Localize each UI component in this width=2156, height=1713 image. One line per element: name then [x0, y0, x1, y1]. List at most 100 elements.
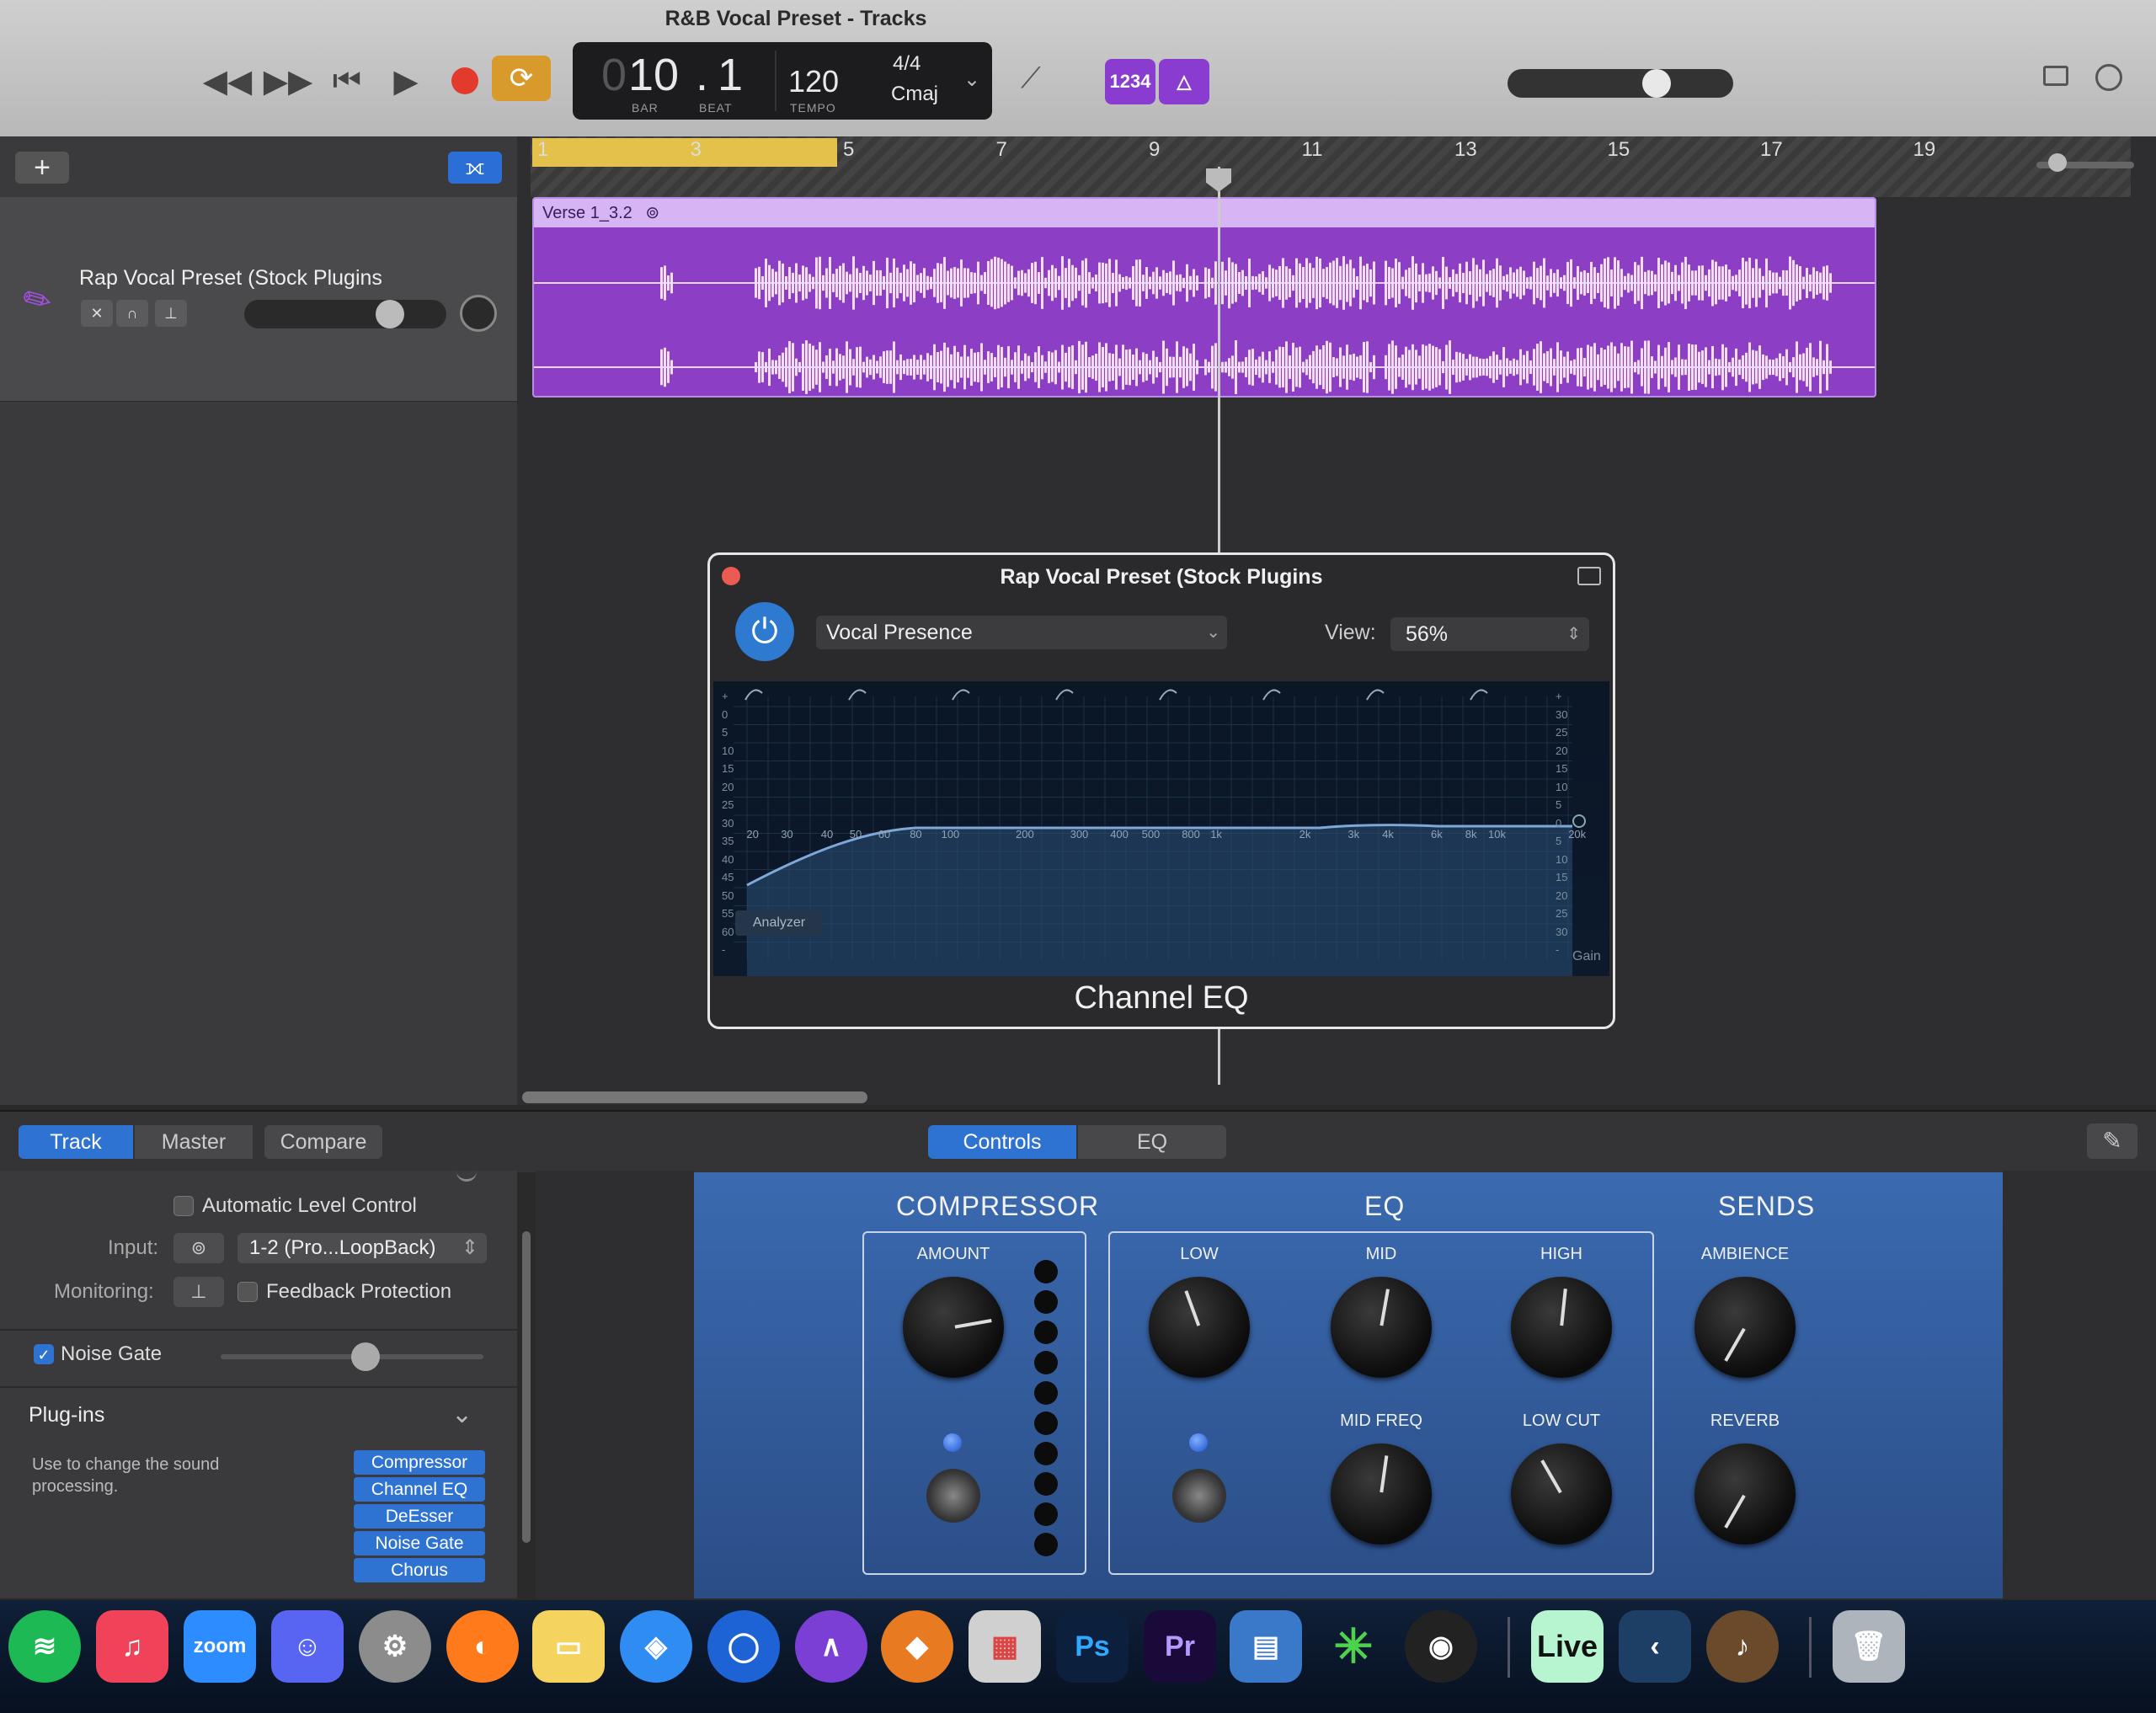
plugin-slot[interactable]: Noise Gate — [354, 1531, 485, 1556]
mute-button[interactable]: ✕ — [81, 300, 113, 327]
low-knob[interactable] — [1149, 1277, 1250, 1378]
eq-right-scale-label: 30 — [1556, 707, 1568, 721]
garageband-icon[interactable]: ♪ — [1706, 1610, 1779, 1683]
link-window-icon[interactable] — [1577, 567, 1601, 585]
plugin-slot[interactable]: DeEsser — [354, 1504, 485, 1529]
play-button[interactable]: ▶ — [384, 59, 428, 103]
master-volume-knob[interactable] — [1642, 69, 1671, 98]
input-select[interactable]: 1-2 (Pro...LoopBack) ⇕ — [237, 1233, 487, 1263]
high-label: HIGH — [1540, 1245, 1582, 1263]
ruler-bar-number: 9 — [1149, 138, 1161, 161]
tuner-icon[interactable]: ⟋ — [1021, 62, 1041, 95]
add-track-button[interactable]: + — [15, 152, 69, 184]
chevron-down-icon[interactable]: ⌄ — [451, 1400, 472, 1429]
mid-freq-knob[interactable] — [1331, 1444, 1432, 1545]
count-in-button[interactable]: 1234 — [1105, 59, 1155, 104]
ambience-label: AMBIENCE — [1700, 1245, 1790, 1263]
cycle-region[interactable] — [532, 138, 837, 167]
lcd-display[interactable]: 0 10 . 1 BAR BEAT 120 TEMPO 4/4 Cmaj ⌄ — [573, 42, 992, 120]
eq-frequency-label: 3k — [1348, 828, 1360, 840]
preset-select[interactable]: Vocal Presence ⌄ — [816, 616, 1227, 649]
inspector-scrollbar[interactable] — [522, 1231, 531, 1543]
view-select[interactable]: 56% ⇕ — [1390, 617, 1589, 651]
circle-app-icon[interactable]: ◯ — [707, 1610, 780, 1683]
music-icon[interactable]: ♫ — [96, 1610, 168, 1683]
power-button[interactable]: ⏻ — [735, 602, 794, 661]
compressor-toggle[interactable] — [926, 1469, 980, 1523]
system-settings-icon[interactable]: ⚙ — [359, 1610, 431, 1683]
trash-icon[interactable]: 🗑 — [1833, 1610, 1905, 1683]
automatic-level-control-checkbox[interactable] — [173, 1196, 194, 1216]
track-pan-knob[interactable] — [460, 295, 497, 332]
metronome-button[interactable]: △ — [1159, 59, 1209, 104]
mid-knob[interactable] — [1331, 1277, 1432, 1378]
go-to-start-button[interactable]: ⏮ — [325, 59, 369, 103]
plugin-window[interactable]: Rap Vocal Preset (Stock Plugins ⏻ Vocal … — [707, 552, 1615, 1029]
reverb-knob[interactable] — [1694, 1444, 1796, 1545]
screen-app-icon[interactable]: ▤ — [1230, 1610, 1302, 1683]
noise-gate-checkbox[interactable]: ✓ — [34, 1344, 54, 1364]
input-label: Input: — [108, 1236, 159, 1259]
feedback-protection-checkbox[interactable] — [237, 1282, 258, 1302]
track-name[interactable]: Rap Vocal Preset (Stock Plugins — [79, 266, 382, 291]
firefox-icon[interactable]: ◐ — [446, 1610, 519, 1683]
cycle-button[interactable]: ⟳ — [492, 56, 551, 101]
plugin-slot[interactable]: Compressor — [354, 1450, 485, 1475]
input-monitor-button[interactable]: ⊥ — [155, 300, 187, 327]
zoom-slider-knob[interactable] — [2048, 153, 2067, 172]
fast-forward-button[interactable]: ▶▶ — [264, 59, 312, 103]
tab-track[interactable]: Track — [19, 1125, 133, 1159]
monitoring-icon[interactable]: ⊥ — [173, 1277, 224, 1307]
discord-icon[interactable]: ☺ — [271, 1610, 344, 1683]
eq-right-scale-label: 5 — [1556, 835, 1562, 847]
low-cut-label: LOW CUT — [1522, 1411, 1601, 1430]
compression-meter-led — [1034, 1260, 1058, 1283]
ambience-knob[interactable] — [1694, 1277, 1796, 1378]
notepad-icon[interactable] — [2043, 66, 2068, 86]
eq-left-scale-label: 55 — [722, 907, 734, 920]
premiere-icon[interactable]: Pr — [1144, 1610, 1216, 1683]
star-app-icon[interactable]: ✳ — [1317, 1610, 1390, 1683]
photoshop-icon[interactable]: Ps — [1056, 1610, 1129, 1683]
rewind-button[interactable]: ◀◀ — [203, 59, 252, 103]
compressor-led — [943, 1433, 962, 1452]
amount-knob[interactable] — [903, 1277, 1004, 1378]
gain-handle[interactable] — [1572, 814, 1586, 828]
track-volume-slider[interactable] — [244, 300, 446, 328]
catch-playhead-button[interactable]: ⟗ — [448, 152, 502, 184]
tab-compare[interactable]: Compare — [264, 1125, 382, 1159]
eq-toggle[interactable] — [1172, 1469, 1226, 1523]
notes-icon[interactable]: ▭ — [532, 1610, 605, 1683]
pro-tools-icon[interactable]: ∧ — [795, 1610, 867, 1683]
master-volume-slider[interactable] — [1508, 69, 1733, 98]
noise-gate-slider-knob[interactable] — [350, 1342, 380, 1371]
loop-browser-icon[interactable] — [2095, 64, 2122, 91]
edit-icon[interactable]: ✎ — [2087, 1123, 2137, 1159]
tab-eq[interactable]: EQ — [1078, 1125, 1226, 1159]
track-volume-knob[interactable] — [376, 300, 404, 328]
plugin-slot[interactable]: Channel EQ — [354, 1477, 485, 1502]
plugin-slot[interactable]: Chorus — [354, 1558, 485, 1582]
launchpad-icon[interactable]: ▦ — [969, 1610, 1041, 1683]
record-button[interactable] — [451, 67, 478, 94]
close-button[interactable] — [722, 567, 740, 585]
back-app-icon[interactable]: ‹ — [1619, 1610, 1691, 1683]
zoom-icon[interactable]: zoom — [184, 1610, 256, 1683]
solo-button[interactable]: ∩ — [116, 300, 148, 327]
obs-icon[interactable]: ◉ — [1405, 1610, 1477, 1683]
eq-graph[interactable]: +0 5 10 15 20 25 30 35 40 45 50 55 60- +30 25 20 15 10 5 0… — [713, 681, 1609, 976]
eq-right-scale-label: 15 — [1556, 762, 1568, 775]
low-cut-knob[interactable] — [1511, 1444, 1612, 1545]
spotify-icon[interactable]: ≋ — [8, 1610, 81, 1683]
tab-master[interactable]: Master — [135, 1125, 253, 1159]
eq-right-scale-label: 5 — [1556, 798, 1562, 811]
fl-studio-icon[interactable]: ◆ — [881, 1610, 953, 1683]
stereo-icon[interactable]: ⊚ — [173, 1233, 224, 1263]
audio-region[interactable]: Verse 1_3.2 ⊚ — [532, 197, 1876, 398]
horizontal-scrollbar[interactable] — [522, 1091, 867, 1103]
tab-controls[interactable]: Controls — [928, 1125, 1076, 1159]
safari-icon[interactable]: ◈ — [620, 1610, 692, 1683]
ableton-live-icon[interactable]: Live — [1531, 1610, 1604, 1683]
analyzer-button[interactable]: Analyzer — [735, 910, 823, 936]
high-knob[interactable] — [1511, 1277, 1612, 1378]
